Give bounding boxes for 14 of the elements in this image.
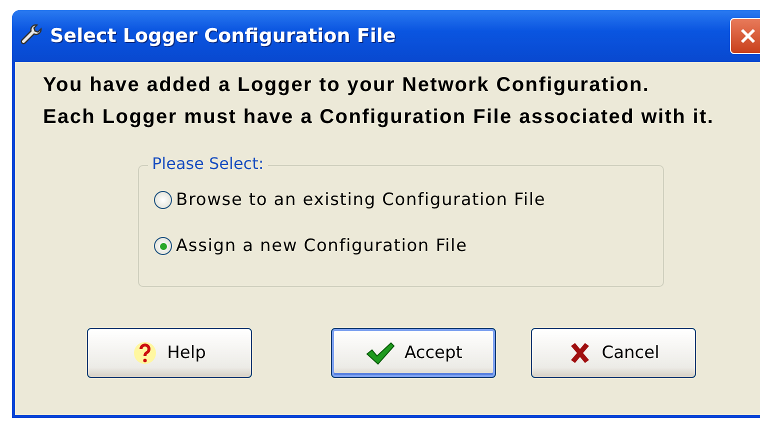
window-title: Select Logger Configuration File [50, 25, 396, 47]
radio-label[interactable]: Assign a new Configuration File [176, 236, 468, 256]
close-icon [738, 26, 758, 46]
question-icon [133, 341, 158, 365]
checkmark-icon [364, 341, 395, 365]
message-text: Each Logger must have a Configuration File associated with it. [43, 106, 716, 129]
help-button[interactable]: Help [87, 328, 252, 378]
message-text: You have added a Logger to your Network Configuration. [43, 74, 651, 97]
radio-button[interactable] [154, 191, 172, 209]
radio-button[interactable] [154, 237, 172, 255]
radio-label[interactable]: Browse to an existing Configuration File [176, 190, 546, 210]
cancel-button[interactable]: Cancel [531, 328, 696, 378]
accept-button[interactable]: Accept [331, 328, 496, 378]
close-button[interactable] [730, 18, 760, 54]
